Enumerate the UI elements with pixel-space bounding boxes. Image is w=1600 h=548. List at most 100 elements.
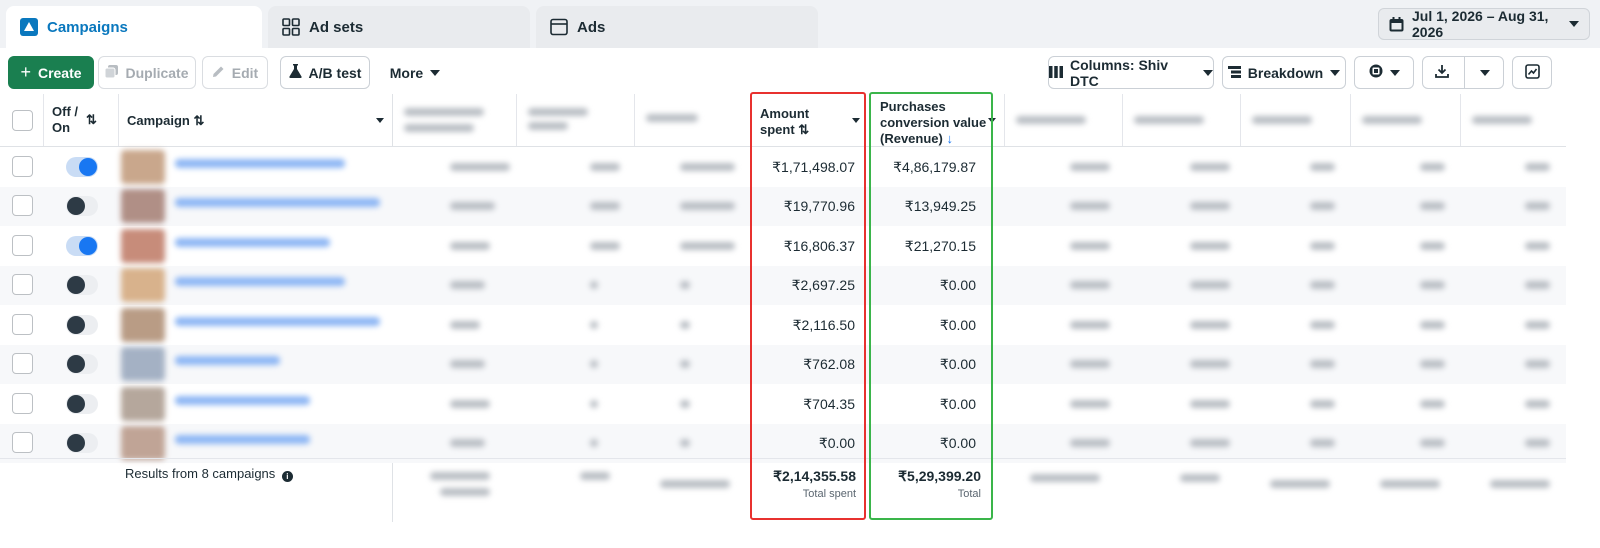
chevron-down-icon[interactable] bbox=[1480, 70, 1490, 76]
chevron-down-icon[interactable] bbox=[376, 118, 384, 123]
more-button[interactable]: More bbox=[384, 56, 446, 89]
off-on-header[interactable]: Off / On bbox=[52, 104, 84, 136]
campaign-thumbnail bbox=[121, 268, 165, 303]
blurred-header bbox=[404, 124, 474, 132]
campaign-name-link[interactable] bbox=[175, 395, 310, 405]
table-row[interactable]: ₹2,697.25 ₹0.00 bbox=[0, 265, 1566, 305]
column-divider bbox=[43, 94, 44, 146]
chevron-down-icon[interactable] bbox=[988, 118, 996, 123]
campaign-toggle[interactable] bbox=[66, 433, 98, 454]
campaigns-icon bbox=[20, 18, 38, 36]
campaign-name-link[interactable] bbox=[175, 198, 380, 208]
tab-ads[interactable]: Ads bbox=[536, 6, 818, 48]
amount-spent-header[interactable]: Amount spent ⇅ bbox=[760, 106, 840, 138]
chart-button[interactable] bbox=[1512, 56, 1552, 89]
table-row[interactable]: ₹704.35 ₹0.00 bbox=[0, 384, 1566, 424]
blurred-cell bbox=[1310, 202, 1335, 211]
ab-test-button[interactable]: A/B test bbox=[280, 56, 370, 89]
row-checkbox[interactable] bbox=[12, 313, 33, 335]
campaign-toggle[interactable] bbox=[66, 196, 98, 217]
create-button[interactable]: + Create bbox=[8, 56, 94, 89]
revenue-cell: ₹0.00 bbox=[939, 395, 976, 412]
campaign-toggle[interactable] bbox=[66, 393, 98, 414]
blurred-cell bbox=[1420, 320, 1445, 329]
row-checkbox[interactable] bbox=[12, 234, 33, 256]
campaign-toggle[interactable] bbox=[66, 156, 98, 177]
pencil-icon bbox=[212, 65, 225, 81]
columns-button[interactable]: Columns: Shiv DTC bbox=[1048, 56, 1214, 89]
campaign-name-link[interactable] bbox=[175, 158, 345, 168]
blurred-cell bbox=[680, 202, 735, 211]
blurred-header bbox=[528, 108, 588, 116]
blurred-cell bbox=[680, 320, 690, 329]
campaign-toggle[interactable] bbox=[66, 314, 98, 335]
sort-descending-icon: ↓ bbox=[942, 131, 953, 146]
row-checkbox[interactable] bbox=[12, 155, 33, 177]
chevron-down-icon[interactable] bbox=[852, 118, 860, 123]
blurred-cell bbox=[1190, 281, 1230, 290]
tab-ad-sets[interactable]: Ad sets bbox=[268, 6, 530, 48]
revenue-cell: ₹0.00 bbox=[939, 356, 976, 373]
campaign-toggle[interactable] bbox=[66, 235, 98, 256]
row-checkbox[interactable] bbox=[12, 392, 33, 414]
columns-label: Columns: Shiv DTC bbox=[1070, 56, 1169, 89]
blurred-cell bbox=[450, 439, 485, 448]
duplicate-button[interactable]: Duplicate bbox=[98, 56, 196, 89]
blurred-cell bbox=[1525, 320, 1550, 329]
table-row[interactable]: ₹19,770.96 ₹13,949.25 bbox=[0, 186, 1566, 226]
sort-icon[interactable]: ⇅ bbox=[86, 112, 97, 128]
revenue-cell: ₹21,270.15 bbox=[904, 237, 976, 254]
campaign-toggle[interactable] bbox=[66, 354, 98, 375]
amount-spent-header-label-1: Amount bbox=[760, 106, 810, 121]
campaign-name-link[interactable] bbox=[175, 316, 380, 326]
campaign-header[interactable]: Campaign ⇅ bbox=[127, 113, 204, 129]
info-icon[interactable]: i bbox=[281, 471, 293, 482]
blurred-cell bbox=[1525, 439, 1550, 448]
total-revenue-value: ₹5,29,399.20 bbox=[898, 468, 981, 484]
reports-button[interactable] bbox=[1354, 56, 1414, 89]
line-chart-icon bbox=[1524, 63, 1540, 82]
row-checkbox[interactable] bbox=[12, 274, 33, 296]
blurred-cell bbox=[590, 320, 598, 329]
table-row[interactable]: ₹16,806.37 ₹21,270.15 bbox=[0, 226, 1566, 266]
chevron-down-icon bbox=[1330, 69, 1341, 76]
blurred-header bbox=[1016, 116, 1086, 124]
blurred-cell bbox=[1180, 474, 1220, 482]
campaign-name-link[interactable] bbox=[175, 237, 330, 247]
blurred-cell bbox=[1070, 320, 1110, 329]
table-row[interactable]: ₹2,116.50 ₹0.00 bbox=[0, 305, 1566, 345]
blurred-cell bbox=[1420, 360, 1445, 369]
campaign-name-link[interactable] bbox=[175, 435, 310, 445]
campaign-thumbnail bbox=[121, 228, 165, 263]
table-row[interactable]: ₹1,71,498.07 ₹4,86,179.87 bbox=[0, 147, 1566, 187]
ab-test-label: A/B test bbox=[308, 64, 362, 81]
export-button[interactable] bbox=[1422, 56, 1504, 89]
amount-spent-cell: ₹2,116.50 bbox=[792, 316, 855, 333]
row-checkbox[interactable] bbox=[12, 353, 33, 375]
results-summary: Results from 8 campaigns i bbox=[125, 466, 293, 482]
date-range-picker[interactable]: Jul 1, 2026 – Aug 31, 2026 bbox=[1378, 8, 1590, 40]
campaign-name-link[interactable] bbox=[175, 356, 280, 366]
select-all-checkbox[interactable] bbox=[12, 110, 33, 131]
campaign-name-link[interactable] bbox=[175, 277, 345, 287]
sort-icon: ⇅ bbox=[794, 122, 810, 137]
blurred-cell bbox=[1310, 162, 1335, 171]
blurred-cell bbox=[1525, 162, 1550, 171]
toggle-knob bbox=[67, 394, 85, 413]
blurred-header bbox=[646, 114, 698, 122]
breakdown-button[interactable]: Breakdown bbox=[1222, 56, 1346, 89]
toolbar: + Create Duplicate Edit A/B test More Co… bbox=[0, 56, 1600, 90]
revenue-header[interactable]: Purchases conversion value (Revenue) ↓ bbox=[880, 99, 990, 147]
tab-campaigns[interactable]: Campaigns bbox=[6, 6, 262, 48]
row-checkbox[interactable] bbox=[12, 432, 33, 454]
blurred-cell bbox=[1525, 360, 1550, 369]
breakdown-label: Breakdown bbox=[1247, 64, 1324, 81]
column-divider bbox=[1460, 94, 1461, 146]
table-row[interactable]: ₹762.08 ₹0.00 bbox=[0, 344, 1566, 384]
edit-button[interactable]: Edit bbox=[202, 56, 268, 89]
row-checkbox[interactable] bbox=[12, 195, 33, 217]
blurred-header bbox=[1134, 116, 1204, 124]
blurred-cell bbox=[680, 360, 690, 369]
campaign-toggle[interactable] bbox=[66, 275, 98, 296]
blurred-cell bbox=[1190, 162, 1230, 171]
